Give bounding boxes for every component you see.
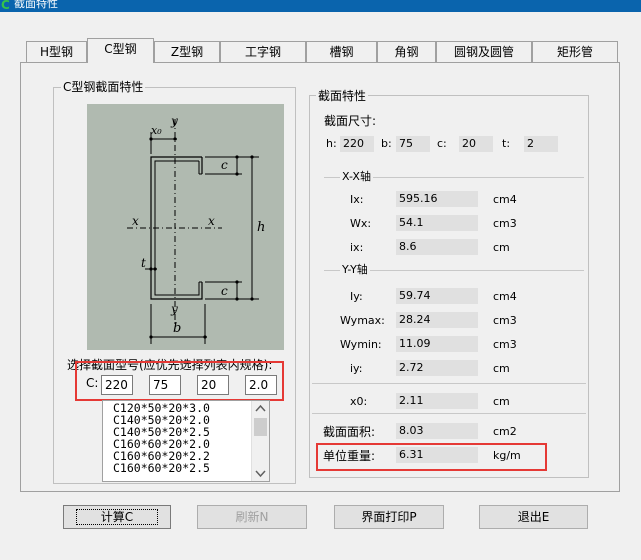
wymin-value: 11.09 — [396, 336, 478, 352]
diagram-label-h: h — [257, 220, 266, 235]
diagram-label-x-right: x — [208, 214, 215, 228]
iy-value: 59.74 — [396, 288, 478, 304]
ix-radius-value: 8.6 — [396, 239, 478, 255]
calc-button[interactable]: 计算C — [63, 505, 171, 529]
dim-h-value: 220 — [340, 136, 374, 152]
wx-value: 54.1 — [396, 215, 478, 231]
tab-channel[interactable]: 槽钢 — [306, 41, 377, 62]
diagram-label-t: t — [141, 256, 146, 270]
x0-label: x0: — [350, 395, 368, 408]
tab-i-beam[interactable]: 工字钢 — [220, 41, 306, 62]
wymax-value: 28.24 — [396, 312, 478, 328]
section-listbox[interactable]: C120*50*20*3.0 C140*50*20*2.0 C140*50*20… — [102, 400, 270, 482]
tab-h-steel[interactable]: H型钢 — [26, 41, 87, 62]
dim-t-value: 2 — [524, 136, 558, 152]
tab-round[interactable]: 圆钢及圆管 — [436, 41, 532, 62]
dim-c-value: 20 — [459, 136, 493, 152]
wymin-label: Wymin: — [340, 338, 382, 351]
diagram-label-x-left: x — [132, 214, 139, 228]
wymin-unit: cm3 — [493, 338, 517, 351]
wymax-label: Wymax: — [340, 314, 385, 327]
print-button[interactable]: 界面打印P — [334, 505, 444, 529]
highlight-input-box — [75, 361, 284, 401]
dim-b-label: b: — [381, 137, 392, 150]
listbox-scrollbar[interactable] — [251, 401, 269, 481]
iy-radius-unit: cm — [493, 362, 510, 375]
tab-z-steel[interactable]: Z型钢 — [154, 41, 220, 62]
yy-separator: Y-Y轴 — [324, 263, 584, 277]
diagram-label-y-bottom: y — [171, 302, 178, 316]
app-icon: C — [1, 0, 10, 12]
c-section-group-title: C型钢截面特性 — [61, 80, 146, 94]
ix-radius-label: ix: — [350, 241, 364, 254]
x0-value: 2.11 — [396, 393, 478, 409]
ix-unit: cm4 — [493, 193, 517, 206]
area-value: 8.03 — [396, 423, 478, 439]
properties-group-title: 截面特性 — [316, 89, 369, 103]
xx-separator: X-X轴 — [324, 170, 584, 184]
diagram-label-b: b — [173, 321, 182, 336]
c-section-diagram: y x₀ c x x h t c y b — [87, 104, 284, 350]
iy-radius-label: iy: — [350, 362, 363, 375]
iy-radius-value: 2.72 — [396, 360, 478, 376]
properties-group — [309, 95, 589, 478]
list-item[interactable]: C160*60*20*2.5 — [103, 462, 253, 474]
iy-unit: cm4 — [493, 290, 517, 303]
diagram-label-y-top: y — [171, 114, 178, 128]
iy-label: Iy: — [350, 290, 363, 303]
tab-rect-tube[interactable]: 矩形管 — [532, 41, 618, 62]
diagram-label-x0: x₀ — [151, 124, 162, 137]
window-title: 截面特性 — [14, 0, 58, 10]
c-section-drawing — [127, 119, 259, 344]
highlight-weight-box — [316, 443, 547, 471]
dim-h-label: h: — [326, 137, 337, 150]
dim-b-value: 75 — [396, 136, 430, 152]
calc-button-label: 计算C — [75, 509, 159, 525]
x0-unit: cm — [493, 395, 510, 408]
dim-t-label: t: — [502, 137, 511, 150]
exit-button[interactable]: 退出E — [479, 505, 588, 529]
area-unit: cm2 — [493, 425, 517, 438]
wymax-unit: cm3 — [493, 314, 517, 327]
wx-label: Wx: — [350, 217, 372, 230]
dims-label: 截面尺寸: — [324, 114, 377, 128]
area-separator — [312, 413, 586, 414]
dim-c-label: c: — [437, 137, 447, 150]
wx-unit: cm3 — [493, 217, 517, 230]
xx-axis-title: X-X轴 — [340, 170, 373, 184]
ix-radius-unit: cm — [493, 241, 510, 254]
diagram-label-c-top: c — [221, 158, 228, 172]
tab-c-steel[interactable]: C型钢 — [87, 38, 154, 63]
refresh-button[interactable]: 刷新N — [197, 505, 307, 529]
tab-angle[interactable]: 角钢 — [377, 41, 436, 62]
scroll-up-icon[interactable] — [255, 404, 266, 412]
ix-label: Ix: — [350, 193, 364, 206]
x0-separator — [312, 383, 586, 384]
ix-value: 595.16 — [396, 191, 478, 207]
area-label: 截面面积: — [323, 425, 376, 439]
title-bar: C 截面特性 — [0, 0, 641, 12]
scroll-thumb[interactable] — [254, 418, 267, 436]
scroll-down-icon[interactable] — [255, 470, 266, 478]
yy-axis-title: Y-Y轴 — [340, 263, 370, 277]
diagram-label-c-bottom: c — [221, 284, 228, 298]
